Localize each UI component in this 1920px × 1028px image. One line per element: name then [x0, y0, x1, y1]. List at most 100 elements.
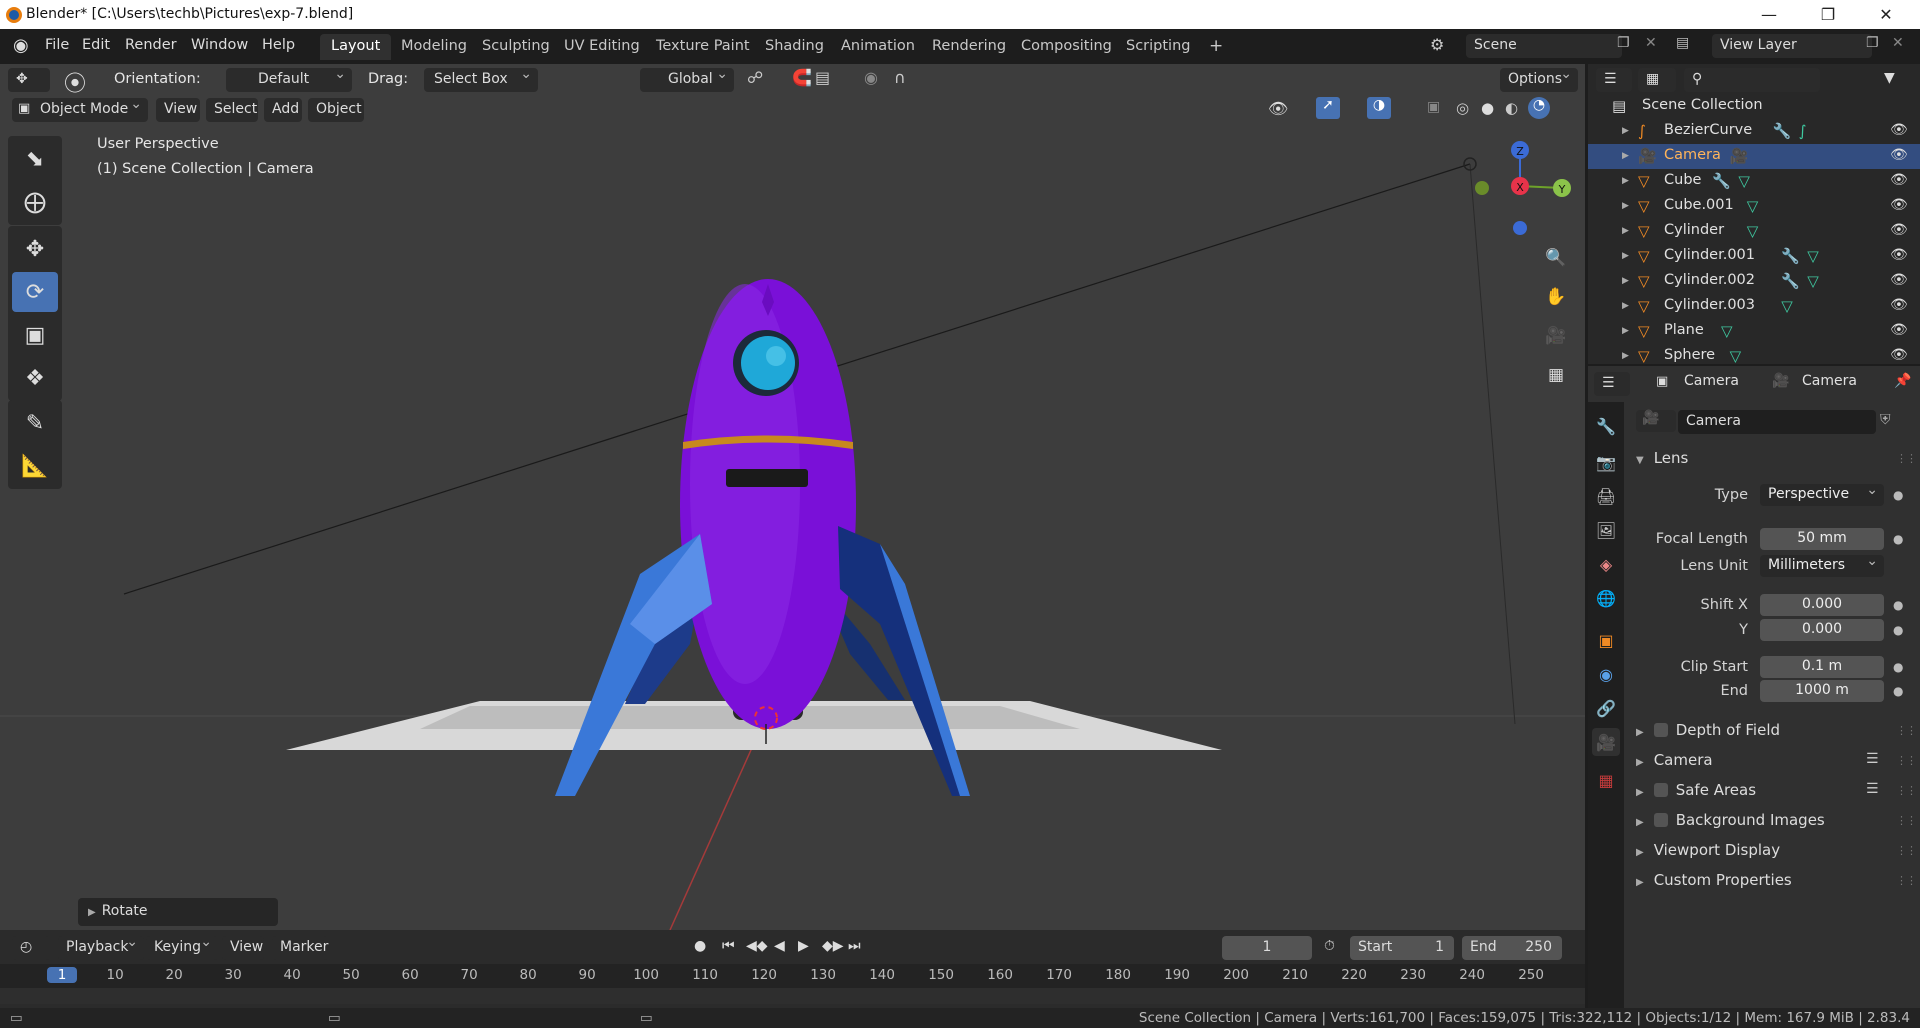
3d-viewport[interactable]: ✥ ⦿ Orientation: Default Drag: Select Bo… — [0, 64, 1585, 930]
solid-shading-icon[interactable]: ● — [1481, 99, 1494, 117]
mode-dropdown[interactable]: Object Mode — [12, 96, 148, 122]
viewport-menu-view[interactable]: View — [156, 98, 200, 122]
outliner-item[interactable]: ▶ ▽ Cylinder 👁 ▽ — [1588, 219, 1920, 244]
tab-uv-editing[interactable]: UV Editing — [553, 34, 651, 60]
rotate-tool-icon[interactable]: ⟳ — [12, 272, 58, 312]
modifier-wrench-icon[interactable]: 🔧 — [1781, 272, 1800, 290]
panel-grip-icon[interactable]: ⋮⋮ — [1896, 452, 1917, 465]
pivot-point-icon[interactable]: ☍ — [747, 68, 763, 87]
object-data-icon[interactable]: ▽ — [1721, 322, 1733, 340]
expand-arrow-icon[interactable]: ▶ — [1622, 126, 1629, 136]
lens-unit-dropdown[interactable]: Millimeters — [1760, 553, 1884, 577]
tab-texture-paint[interactable]: Texture Paint — [645, 34, 761, 60]
material-shading-icon[interactable]: ◐ — [1505, 99, 1518, 117]
animate-type-dot[interactable]: ● — [1893, 488, 1903, 502]
snap-icon[interactable]: 🧲 — [792, 68, 812, 87]
menu-help[interactable]: Help — [262, 37, 295, 53]
viewport-menu-select[interactable]: Select — [206, 98, 258, 122]
outliner-editor-type-icon[interactable]: ☰ — [1596, 68, 1632, 92]
expand-arrow-icon[interactable]: ▶ — [1622, 326, 1629, 336]
expand-arrow-icon[interactable]: ▶ — [1622, 201, 1629, 211]
scene-name-field[interactable]: Scene — [1466, 34, 1622, 58]
overlays-icon[interactable]: ◑ — [1367, 97, 1391, 119]
new-view-layer-icon[interactable]: ❐ — [1866, 35, 1879, 51]
editor-type-icon[interactable]: ✥ — [8, 68, 50, 92]
object-data-icon[interactable]: ▽ — [1747, 197, 1759, 215]
eye-icon[interactable]: 👁 — [1890, 197, 1908, 213]
next-keyframe-icon[interactable]: ◆▶ — [822, 938, 844, 954]
maximize-button[interactable]: ❐ — [1800, 0, 1856, 29]
eye-icon[interactable]: 👁 — [1890, 247, 1908, 263]
outliner-item[interactable]: ▶ ▽ Cube 👁 🔧 ▽ — [1588, 169, 1920, 194]
navigation-gizmo[interactable]: Z Y X — [1470, 136, 1580, 236]
outliner-item[interactable]: ▶ ▽ Cube.001 👁 ▽ — [1588, 194, 1920, 219]
outliner-search-field[interactable]: ⚲ — [1684, 68, 1820, 92]
pan-hand-icon[interactable]: ✋ — [1541, 282, 1571, 312]
menu-render[interactable]: Render — [125, 37, 177, 53]
tab-shading[interactable]: Shading — [754, 34, 835, 60]
close-window-button[interactable]: ✕ — [1858, 0, 1914, 29]
start-frame-field[interactable]: Start 1 — [1350, 936, 1454, 960]
perspective-grid-icon[interactable]: ▦ — [1541, 360, 1571, 390]
new-scene-icon[interactable]: ❐ — [1617, 35, 1630, 51]
custom-properties-panel[interactable]: ▶ Custom Properties — [1636, 871, 1792, 889]
current-frame-field[interactable]: 1 — [1222, 936, 1312, 960]
camera-view-icon[interactable]: 🎥 — [1541, 321, 1571, 351]
physics-tab-icon[interactable]: ◉ — [1592, 660, 1620, 688]
object-data-icon[interactable]: ▽ — [1807, 272, 1819, 290]
panel-grip-icon[interactable]: ⋮⋮ — [1896, 874, 1917, 887]
add-workspace-button[interactable]: + — [1198, 32, 1234, 58]
transform-pivot-icon[interactable]: ⦿ — [64, 66, 86, 98]
constraints-tab-icon[interactable]: 🔗 — [1592, 694, 1620, 722]
depth-of-field-panel[interactable]: ▶ Depth of Field — [1636, 721, 1780, 739]
camera-data-browse-icon[interactable]: 🎥 — [1636, 410, 1676, 432]
minimize-button[interactable]: — — [1741, 0, 1797, 29]
object-data-icon[interactable]: 🎥 — [1730, 147, 1749, 165]
keyframe-area[interactable] — [0, 988, 1585, 1004]
background-images-panel[interactable]: ▶ Background Images — [1636, 811, 1825, 829]
safe-areas-checkbox[interactable] — [1653, 783, 1668, 797]
rendered-shading-icon[interactable]: ◔ — [1528, 97, 1550, 119]
animate-shift-y-dot[interactable]: ● — [1893, 623, 1903, 637]
viewport-menu-object[interactable]: Object — [308, 98, 364, 122]
eye-icon[interactable]: 👁 — [1890, 172, 1908, 188]
timeline-editor-type-icon[interactable]: ◴ — [12, 936, 50, 960]
play-reverse-icon[interactable]: ◀ — [774, 938, 785, 954]
world-tab-icon[interactable]: 🌐 — [1592, 584, 1620, 612]
outliner-item[interactable]: ▶ ▽ Cylinder.001 👁 🔧 ▽ — [1588, 244, 1920, 269]
outliner-display-mode-icon[interactable]: ▦ — [1638, 68, 1676, 92]
snap-target-icon[interactable]: ▤ — [815, 68, 830, 87]
outliner-item[interactable]: ▶ ▽ Plane 👁 ▽ — [1588, 319, 1920, 344]
expand-arrow-icon[interactable]: ▶ — [1622, 226, 1629, 236]
xray-icon[interactable]: ▣ — [1427, 99, 1440, 115]
object-data-icon[interactable]: ▽ — [1738, 172, 1750, 190]
menu-edit[interactable]: Edit — [82, 37, 110, 53]
gizmo-toggle-icon[interactable]: ➚ — [1316, 97, 1340, 119]
object-data-icon[interactable]: ▽ — [1730, 347, 1742, 365]
tool-tab-icon[interactable]: 🔧 — [1592, 412, 1620, 440]
tab-scripting[interactable]: Scripting — [1115, 34, 1201, 60]
animate-focal-dot[interactable]: ● — [1893, 532, 1903, 546]
transform-tool-icon[interactable]: ❖ — [12, 358, 58, 398]
tab-rendering[interactable]: Rendering — [921, 34, 1017, 60]
pin-icon[interactable]: 📌 — [1894, 373, 1911, 389]
menu-file[interactable]: File — [45, 37, 69, 53]
output-tab-icon[interactable]: 🖨 — [1592, 482, 1620, 510]
dof-checkbox[interactable] — [1653, 723, 1668, 737]
last-operator-panel[interactable]: ▶ Rotate — [78, 898, 278, 926]
clip-end-field[interactable]: 1000 m — [1760, 680, 1884, 702]
eye-icon[interactable]: 👁 — [1890, 297, 1908, 313]
modifier-wrench-icon[interactable]: 🔧 — [1773, 122, 1792, 140]
record-icon[interactable]: ● — [694, 938, 706, 954]
drag-dropdown[interactable]: Select Box — [424, 66, 538, 92]
tab-layout[interactable]: Layout — [320, 34, 392, 60]
measure-tool-icon[interactable]: 📐 — [12, 446, 58, 486]
orientation-dropdown[interactable]: Default — [226, 66, 352, 92]
end-frame-field[interactable]: End 250 — [1462, 936, 1562, 960]
outliner-item[interactable]: ▶ ▽ Cylinder.002 👁 🔧 ▽ — [1588, 269, 1920, 294]
eye-icon[interactable]: 👁 — [1890, 272, 1908, 288]
frame-ruler[interactable]: 1 10 20 30 40 50 60 70 80 90 100 110 120 130 140 150 160… — [0, 964, 1585, 988]
expand-arrow-icon[interactable]: ▶ — [1622, 301, 1629, 311]
options-dropdown[interactable]: Options — [1500, 66, 1578, 92]
object-data-icon[interactable]: ▽ — [1807, 247, 1819, 265]
